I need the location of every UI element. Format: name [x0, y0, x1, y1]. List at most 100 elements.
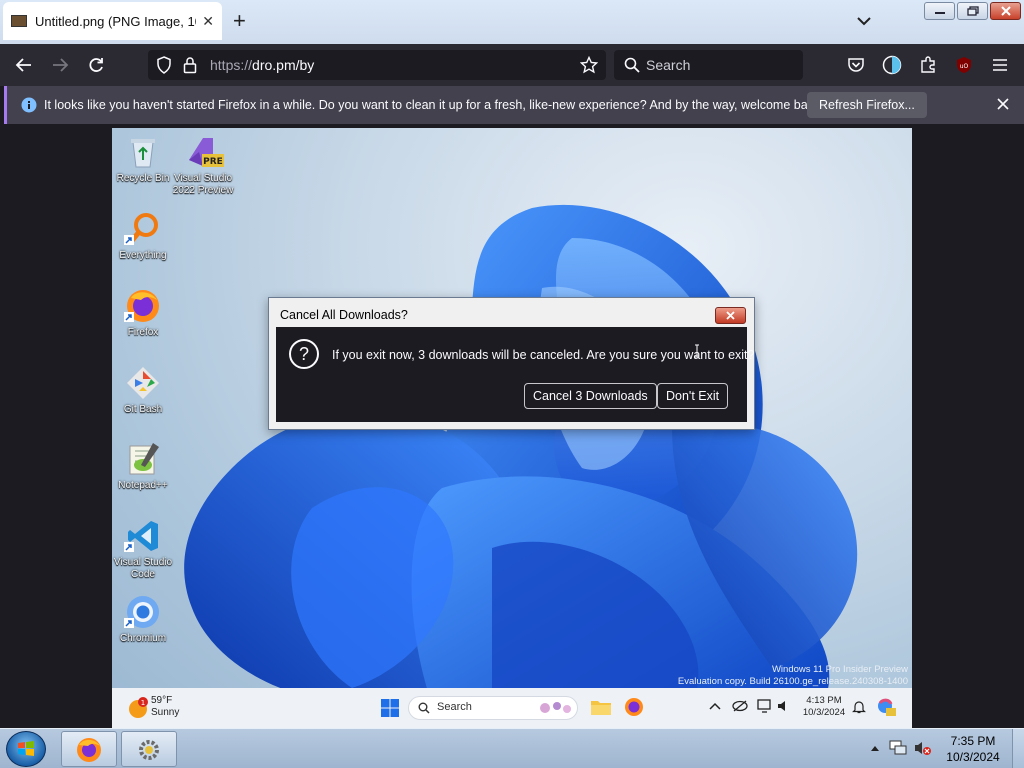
desktop-icon-chromium[interactable]: Chromium: [112, 594, 174, 645]
windows-start-logo-icon[interactable]: [380, 698, 400, 718]
ublock-origin-icon[interactable]: uO: [954, 55, 974, 75]
git-bash-icon: [125, 365, 161, 401]
shortcut-arrow-icon: [124, 542, 134, 552]
shortcut-arrow-icon: [124, 312, 134, 322]
window-controls: [924, 2, 1021, 20]
windows-flag-icon: [18, 741, 34, 756]
info-icon: [21, 97, 37, 113]
dialog-title: Cancel All Downloads?: [280, 308, 408, 322]
dialog-close-button[interactable]: [715, 307, 746, 324]
refresh-firefox-button[interactable]: Refresh Firefox...: [807, 92, 927, 118]
tab-untitled-png[interactable]: Untitled.png (PNG Image, 1024 × 768 pixe…: [3, 2, 222, 40]
close-window-button[interactable]: [990, 2, 1021, 20]
taskbar-control-panel-button[interactable]: [121, 731, 177, 767]
dismiss-notification-close-icon[interactable]: [997, 98, 1009, 110]
file-explorer-folder-icon[interactable]: [590, 697, 612, 717]
win7-time: 7:35 PM: [950, 734, 996, 748]
show-desktop-button[interactable]: [1012, 729, 1024, 768]
desktop-icon-label: Visual Studio 2022 Preview: [172, 173, 234, 196]
control-panel-gear-icon: [139, 740, 159, 760]
url-scheme: https://: [210, 57, 253, 73]
desktop-icon-notepad-plus-plus[interactable]: Notepad++: [112, 441, 174, 492]
visual-studio-preview-icon: PRE: [185, 134, 224, 170]
cancel-all-downloads-dialog: Cancel All Downloads? ? If you exit now,…: [268, 297, 755, 430]
win11-date: 10/3/2024: [802, 707, 846, 718]
forward-arrow-icon[interactable]: [50, 55, 70, 75]
desktop-icon-label: Visual Studio Code: [113, 557, 173, 580]
copilot-preview-icon[interactable]: [876, 697, 896, 717]
restore-button[interactable]: [957, 2, 988, 20]
taskbar-search-box[interactable]: Search: [408, 696, 578, 720]
list-all-tabs-chevron-icon[interactable]: [855, 12, 873, 30]
tab-close-icon[interactable]: ✕: [202, 13, 214, 30]
tracking-protection-shield-icon[interactable]: [154, 55, 174, 75]
hamburger-menu-icon[interactable]: [990, 55, 1010, 75]
desktop-icon-visual-studio-preview[interactable]: PRE Visual Studio 2022 Preview: [172, 134, 234, 197]
desktop-icon-recycle-bin[interactable]: Recycle Bin: [112, 134, 174, 185]
notepad-plus-plus-icon: [125, 441, 161, 477]
weather-condition: Sunny: [151, 707, 180, 718]
network-monitor-icon[interactable]: [757, 699, 773, 713]
new-tab-button[interactable]: +: [233, 8, 246, 34]
desktop-icon-git-bash[interactable]: Git Bash: [112, 365, 174, 416]
win7-date: 10/3/2024: [946, 750, 1000, 764]
network-icon[interactable]: [889, 740, 907, 756]
text-cursor-icon: [695, 344, 699, 358]
search-bar[interactable]: Search: [614, 50, 803, 80]
win11-time: 4:13 PM: [806, 695, 842, 706]
weather-badge: 1: [141, 699, 145, 707]
dialog-body: ? If you exit now, 3 downloads will be c…: [276, 327, 754, 422]
desktop-icon-label: Chromium: [119, 633, 167, 644]
dialog-message: If you exit now, 3 downloads will be can…: [332, 348, 755, 362]
extensions-puzzle-icon[interactable]: [918, 55, 938, 75]
firefox-icon: [77, 738, 101, 762]
url-host-path: dro.pm/by: [252, 57, 315, 73]
reload-icon[interactable]: [86, 55, 106, 75]
navigation-toolbar: https://dro.pm/by Search uO: [0, 44, 1024, 86]
desktop-icon-label: Everything: [119, 250, 167, 261]
weather-widget[interactable]: 59°F Sunny: [151, 695, 179, 719]
weather-temperature: 59°F: [151, 695, 173, 706]
win7-clock[interactable]: 7:35 PM 10/3/2024: [942, 733, 1004, 765]
question-mark-icon: ?: [289, 339, 319, 369]
tab-title: Untitled.png (PNG Image, 1024 × 768 pixe…: [35, 13, 196, 29]
account-avatar-icon[interactable]: [882, 55, 902, 75]
show-hidden-icons-chevron-icon[interactable]: [709, 701, 721, 711]
notification-message: It looks like you haven't started Firefo…: [44, 98, 824, 112]
desktop-icon-firefox[interactable]: Firefox: [112, 288, 174, 339]
search-placeholder: Search: [646, 57, 691, 73]
close-icon: [726, 311, 735, 320]
search-highlight-flowers-icon: [540, 702, 571, 713]
bookmark-star-icon[interactable]: [579, 55, 599, 75]
cancel-downloads-button[interactable]: Cancel 3 Downloads: [524, 383, 657, 409]
hidden-eye-icon[interactable]: [732, 699, 748, 713]
dont-exit-button[interactable]: Don't Exit: [657, 383, 729, 409]
muted-volume-icon[interactable]: [914, 740, 932, 756]
url-bar[interactable]: https://dro.pm/by: [148, 50, 606, 80]
os-build-watermark: Evaluation copy. Build 26100.ge_release.…: [677, 676, 908, 687]
taskbar-firefox-button[interactable]: [61, 731, 117, 767]
start-orb-button[interactable]: [6, 731, 46, 767]
volume-speaker-icon[interactable]: [776, 699, 792, 713]
firefox-taskbar-icon[interactable]: [624, 697, 644, 717]
pocket-icon[interactable]: [846, 55, 866, 75]
minimize-button[interactable]: [924, 2, 955, 20]
weather-sun-icon[interactable]: 1: [126, 696, 150, 720]
back-arrow-icon[interactable]: [14, 55, 34, 75]
desktop-icon-visual-studio-code[interactable]: Visual Studio Code: [112, 518, 174, 581]
win11-clock[interactable]: 4:13 PM 10/3/2024: [798, 695, 850, 719]
os-edition-watermark: Windows 11 Pro Insider Preview: [771, 664, 908, 675]
windows11-taskbar: 1 59°F Sunny Search 4:13 PM 10/3/2024: [112, 688, 912, 728]
image-favicon-icon: [11, 15, 27, 27]
url-text[interactable]: https://dro.pm/by: [210, 57, 314, 73]
desktop-icon-label: Firefox: [127, 327, 159, 338]
padlock-icon[interactable]: [180, 55, 200, 75]
refresh-firefox-notification: It looks like you haven't started Firefo…: [4, 86, 1024, 124]
taskbar-search-placeholder: Search: [437, 701, 472, 713]
notification-bell-icon[interactable]: [852, 700, 866, 714]
shortcut-arrow-icon: [124, 618, 134, 628]
desktop-icon-everything[interactable]: Everything: [112, 211, 174, 262]
desktop-icon-label: Recycle Bin: [116, 173, 170, 184]
shortcut-arrow-icon: [124, 235, 134, 245]
show-hidden-icons-arrow-icon[interactable]: [870, 744, 880, 752]
